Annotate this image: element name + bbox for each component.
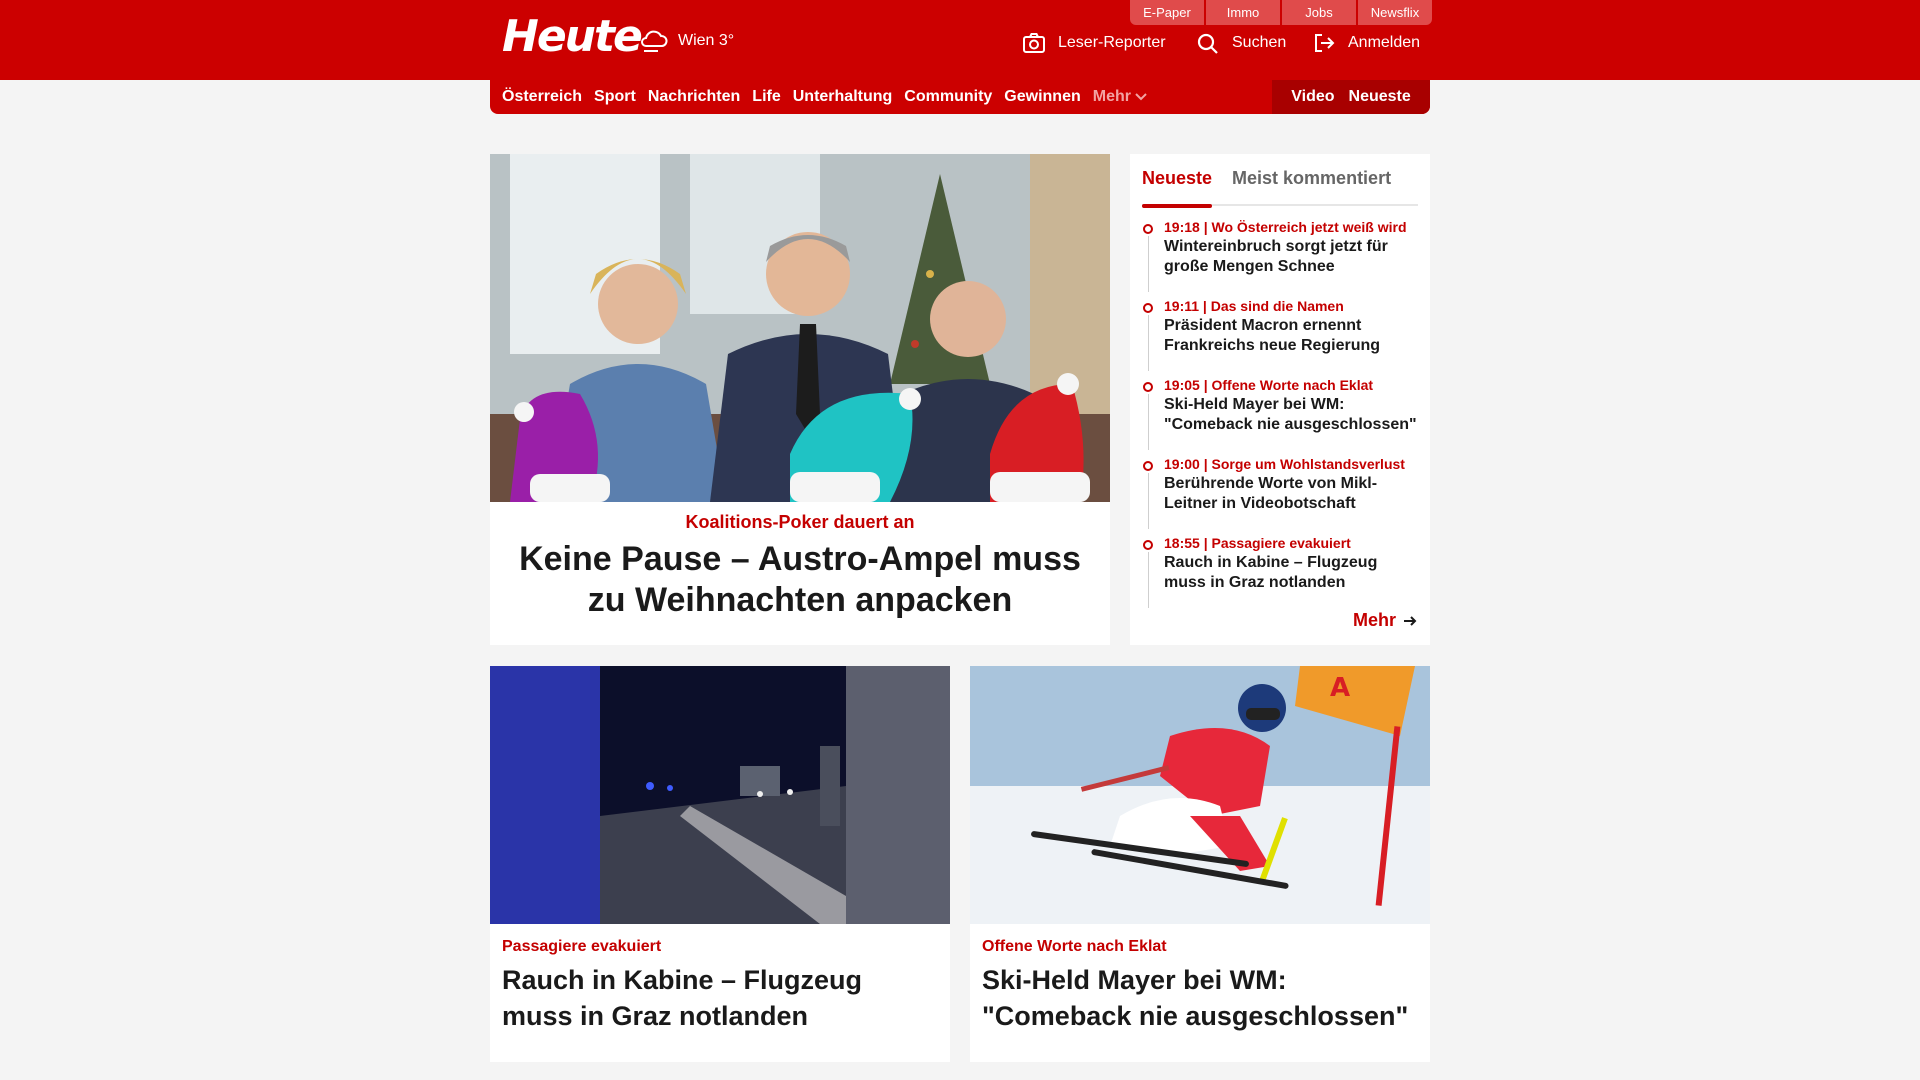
timeline-line — [1148, 315, 1149, 371]
arrow-right-icon — [1404, 615, 1417, 626]
news-title[interactable]: Präsident Macron ernennt Frankreichs neu… — [1164, 316, 1418, 356]
card-title[interactable]: Ski-Held Mayer bei WM: "Comeback nie aus… — [982, 962, 1418, 1034]
plane-photo-illustration — [490, 666, 950, 924]
nav-item-oesterreich[interactable]: Österreich — [502, 88, 582, 106]
article-card-ski[interactable]: A Offene Worte nach Eklat Ski-Held Mayer… — [970, 666, 1430, 1062]
article-card-plane[interactable]: Passagiere evakuiert Rauch in Kabine – F… — [490, 666, 950, 1062]
service-tabs: E-Paper Immo Jobs Newsflix — [1130, 0, 1432, 25]
hero-title[interactable]: Keine Pause – Austro-Ampel muss zu Weihn… — [490, 539, 1110, 621]
service-tab-newsflix[interactable]: Newsflix — [1358, 0, 1432, 25]
nav-item-neueste[interactable]: Neueste — [1349, 88, 1411, 106]
tab-meist-kommentiert[interactable]: Meist kommentiert — [1232, 168, 1391, 206]
nav-item-video[interactable]: Video — [1291, 88, 1334, 106]
card-image-ski[interactable]: A — [970, 666, 1430, 924]
timeline-dot — [1143, 461, 1153, 471]
nav-item-unterhaltung[interactable]: Unterhaltung — [793, 88, 893, 106]
latest-news-sidebar: Neueste Meist kommentiert 19:18 | Wo Öst… — [1130, 154, 1430, 645]
news-meta: 19:05 | Offene Worte nach Eklat — [1164, 377, 1374, 393]
search-icon — [1197, 33, 1218, 54]
camera-icon — [1023, 33, 1045, 53]
list-item[interactable]: 19:18 | Wo Österreich jetzt weiß wird Wi… — [1142, 216, 1418, 295]
top-header — [0, 0, 1920, 80]
list-item[interactable]: 19:00 | Sorge um Wohlstandsverlust Berüh… — [1142, 453, 1418, 532]
login-label: Anmelden — [1348, 34, 1421, 51]
main-navigation: Österreich Sport Nachrichten Life Unterh… — [490, 80, 1430, 114]
nav-item-gewinnen[interactable]: Gewinnen — [1004, 88, 1080, 106]
news-meta: 19:00 | Sorge um Wohlstandsverlust — [1164, 456, 1405, 472]
tab-neueste[interactable]: Neueste — [1142, 168, 1213, 208]
nav-item-nachrichten[interactable]: Nachrichten — [648, 88, 740, 106]
nav-item-life[interactable]: Life — [752, 88, 780, 106]
service-tab-epaper[interactable]: E-Paper — [1130, 0, 1204, 25]
timeline-line — [1148, 473, 1149, 529]
timeline-dot — [1143, 382, 1153, 392]
service-tab-immo[interactable]: Immo — [1206, 0, 1280, 25]
card-kicker: Offene Worte nach Eklat — [982, 938, 1167, 955]
news-list: 19:18 | Wo Österreich jetzt weiß wird Wi… — [1142, 216, 1418, 611]
news-title[interactable]: Ski-Held Mayer bei WM: "Comeback nie aus… — [1164, 395, 1418, 435]
sidebar-more-label: Mehr — [1352, 610, 1396, 630]
card-kicker: Passagiere evakuiert — [502, 938, 662, 955]
heute-logo[interactable]: Heute — [502, 12, 643, 62]
hero-photo-illustration — [490, 154, 1110, 502]
leser-reporter-link[interactable]: Leser-Reporter — [1022, 32, 1166, 54]
news-title[interactable]: Berührende Worte von Mikl-Leitner in Vid… — [1164, 474, 1418, 514]
nav-more-menu[interactable]: Mehr — [1093, 88, 1147, 106]
search-label: Suchen — [1232, 34, 1287, 51]
nav-right-group: Video Neueste — [1272, 80, 1430, 114]
login-icon — [1315, 34, 1335, 52]
weather-text: Wien 3° — [678, 32, 735, 49]
login-link[interactable]: Anmelden — [1312, 32, 1420, 54]
card-title[interactable]: Rauch in Kabine – Flugzeug muss in Graz … — [502, 962, 938, 1034]
card-image-plane[interactable] — [490, 666, 950, 924]
sidebar-more-link[interactable]: Mehr — [1353, 610, 1418, 631]
news-title[interactable]: Rauch in Kabine – Flugzeug muss in Graz … — [1164, 553, 1418, 593]
timeline-line — [1148, 236, 1149, 292]
news-meta: 19:18 | Wo Österreich jetzt weiß wird — [1164, 219, 1407, 235]
leser-reporter-label: Leser-Reporter — [1058, 34, 1166, 51]
gate-flag-letter: A — [1330, 673, 1350, 703]
weather-widget[interactable]: Wien 3° — [638, 26, 734, 56]
news-meta: 18:55 | Passagiere evakuiert — [1164, 535, 1351, 551]
nav-more-label: Mehr — [1092, 88, 1131, 105]
sidebar-tabs: Neueste Meist kommentiert — [1142, 162, 1418, 208]
timeline-dot — [1143, 540, 1153, 550]
list-item[interactable]: 19:11 | Das sind die Namen Präsident Mac… — [1142, 295, 1418, 374]
news-meta: 19:11 | Das sind die Namen — [1164, 298, 1344, 314]
nav-item-community[interactable]: Community — [904, 88, 992, 106]
hero-image[interactable] — [490, 154, 1110, 502]
timeline-dot — [1143, 303, 1153, 313]
service-tab-jobs[interactable]: Jobs — [1282, 0, 1356, 25]
ski-photo-illustration: A — [970, 666, 1430, 924]
chevron-down-icon — [1135, 93, 1147, 101]
timeline-line — [1148, 552, 1149, 608]
timeline-line — [1148, 394, 1149, 450]
hero-kicker: Koalitions-Poker dauert an — [685, 512, 915, 532]
news-title[interactable]: Wintereinbruch sorgt jetzt für große Men… — [1164, 237, 1418, 277]
list-item[interactable]: 18:55 | Passagiere evakuiert Rauch in Ka… — [1142, 532, 1418, 611]
nav-item-sport[interactable]: Sport — [594, 88, 636, 106]
list-item[interactable]: 19:05 | Offene Worte nach Eklat Ski-Held… — [1142, 374, 1418, 453]
search-link[interactable]: Suchen — [1196, 32, 1286, 54]
hero-article[interactable]: Koalitions-Poker dauert an Keine Pause –… — [490, 154, 1110, 645]
timeline-dot — [1143, 224, 1153, 234]
weather-cloud-icon — [641, 30, 668, 52]
